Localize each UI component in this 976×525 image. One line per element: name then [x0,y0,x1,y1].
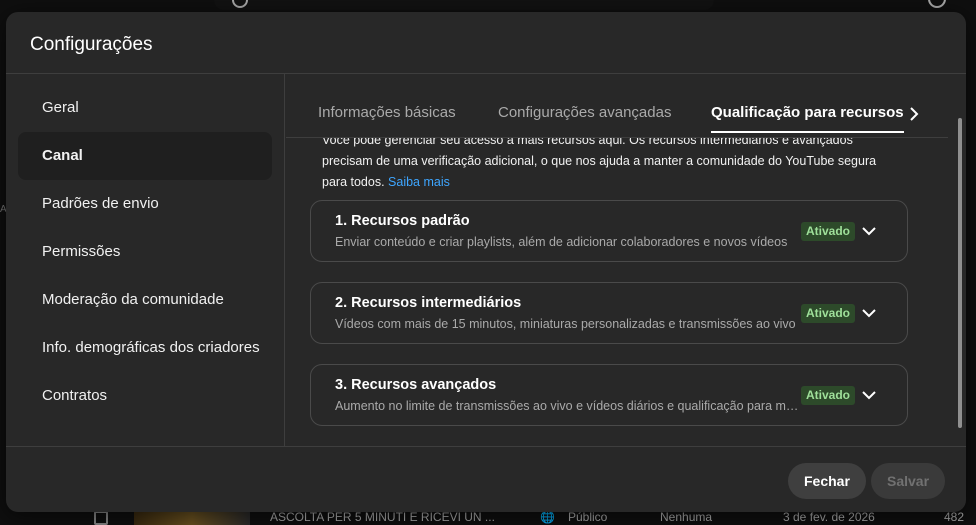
feature-card-intermediate[interactable]: 2. Recursos intermediários Vídeos com ma… [310,282,908,344]
intro-text: Você pode gerenciar seu acesso a mais re… [322,138,902,193]
tab-basic-info[interactable]: Informações básicas [318,104,456,131]
globe-icon: 🌐 [540,510,555,524]
feature-description: Enviar conteúdo e criar playlists, além … [335,235,788,249]
sidebar-item-community-moderation[interactable]: Moderação da comunidade [18,276,272,324]
chevron-right-icon[interactable] [900,100,928,128]
scrollbar-thumb[interactable] [958,118,962,428]
dialog-body: Geral Canal Padrões de envio Permissões … [6,74,966,446]
dialog-header: Configurações [6,12,966,74]
sidebar-item-canal[interactable]: Canal [18,132,272,180]
sidebar-item-geral[interactable]: Geral [18,84,272,132]
status-badge: Ativado [801,304,856,323]
views-value: 482 [944,510,965,524]
chevron-down-icon[interactable] [859,221,879,241]
sidebar-item-upload-defaults[interactable]: Padrões de envio [18,180,272,228]
visibility-value: Público [568,510,608,524]
settings-content: Informações básicas Configurações avança… [286,74,966,446]
dialog-title: Configurações [30,34,153,55]
tab-advanced-settings[interactable]: Configurações avançadas [498,104,671,131]
restrictions-value: Nenhuma [660,510,713,524]
feature-card-advanced[interactable]: 3. Recursos avançados Aumento no limite … [310,364,908,426]
sidebar-item-contracts[interactable]: Contratos [18,372,272,420]
tab-feature-eligibility[interactable]: Qualificação para recursos [711,104,904,133]
feature-description: Vídeos com mais de 15 minutos, miniatura… [335,317,796,331]
close-button[interactable]: Fechar [788,463,866,499]
dialog-footer: Fechar Salvar [6,446,966,512]
save-button[interactable]: Salvar [871,463,946,499]
chevron-down-icon[interactable] [859,303,879,323]
feature-card-standard[interactable]: 1. Recursos padrão Enviar conteúdo e cri… [310,200,908,262]
sidebar-item-creator-demographics[interactable]: Info. demográficas dos criadores [18,324,272,372]
video-title: ASCOLTA PER 5 MINUTI E RICEVI UN ... [270,510,495,524]
learn-more-link[interactable]: Saiba mais [388,175,450,189]
content-scrollbar[interactable] [956,114,964,439]
settings-sidebar: Geral Canal Padrões de envio Permissões … [6,74,285,446]
feature-description: Aumento no limite de transmissões ao viv… [335,399,800,413]
status-badge: Ativado [801,222,856,241]
tab-bar: Informações básicas Configurações avança… [286,74,948,138]
settings-dialog: Configurações Geral Canal Padrões de env… [6,12,966,512]
date-value: 3 de fev. de 2026 [783,510,875,524]
tab-content: Você pode gerenciar seu acesso a mais re… [286,138,948,446]
background-search-bar [214,0,714,10]
chevron-down-icon[interactable] [859,385,879,405]
help-icon [928,0,946,8]
status-badge: Ativado [801,386,856,405]
sidebar-item-permissions[interactable]: Permissões [18,228,272,276]
